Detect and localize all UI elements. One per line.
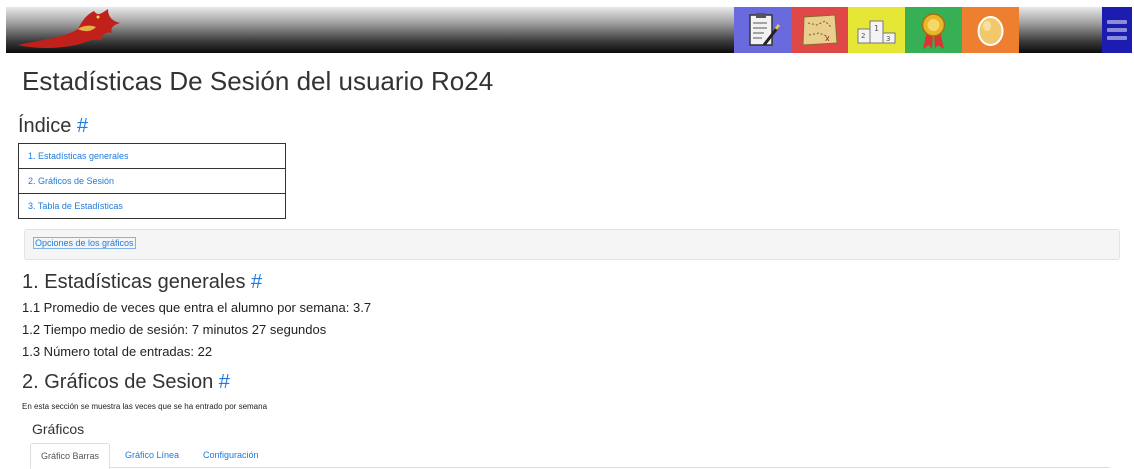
tab-configuracion[interactable]: Configuración (203, 443, 259, 467)
index-heading-text: Índice (18, 115, 72, 137)
index-list: 1. Estadísticas generales 2. Gráficos de… (18, 143, 286, 219)
svg-text:2: 2 (861, 32, 865, 40)
nav-tile-clipboard[interactable] (734, 7, 791, 53)
nav-tile-map[interactable]: x (791, 7, 848, 53)
nav-tile-podium[interactable]: 1 2 3 (848, 7, 905, 53)
podium-icon: 1 2 3 (848, 7, 905, 53)
stat-promedio-semana: 1.1 Promedio de veces que entra el alumn… (22, 300, 372, 315)
nav-tile-medal[interactable] (905, 7, 962, 53)
chart-options-panel: Opciones de los gráficos (24, 229, 1120, 260)
hamburger-menu-button[interactable] (1102, 7, 1132, 53)
stat-tiempo-medio: 1.2 Tiempo medio de sesión: 7 minutos 27… (22, 322, 327, 337)
chart-tabs: Gráfico Barras Gráfico Línea Configuraci… (30, 443, 1110, 469)
index-anchor-link[interactable]: # (77, 115, 88, 137)
medal-icon (905, 7, 962, 53)
map-icon: x (791, 7, 848, 53)
svg-text:x: x (825, 34, 830, 43)
section2-anchor-link[interactable]: # (219, 371, 230, 393)
hamburger-menu-icon (1107, 20, 1127, 24)
chart-options-link[interactable]: Opciones de los gráficos (33, 237, 136, 249)
graficos-label: Gráficos (32, 421, 85, 437)
index-item-estadisticas-generales[interactable]: 1. Estadísticas generales (19, 144, 285, 169)
index-item-graficos-sesion[interactable]: 2. Gráficos de Sesión (19, 169, 285, 194)
index-item-tabla-estadisticas[interactable]: 3. Tabla de Estadísticas (19, 194, 285, 218)
page-title: Estadísticas De Sesión del usuario Ro24 (22, 66, 494, 96)
section2-heading: 2. Gráficos de Sesion # (22, 371, 230, 394)
index-heading: Índice # (18, 115, 88, 138)
section2-description: En esta sección se muestra las veces que… (22, 402, 268, 411)
tab-grafico-barras[interactable]: Gráfico Barras (30, 443, 111, 469)
section2-title: 2. Gráficos de Sesion (22, 371, 214, 393)
section1-title: 1. Estadísticas generales (22, 271, 246, 293)
tab-grafico-linea[interactable]: Gráfico Línea (125, 443, 179, 467)
section1-heading: 1. Estadísticas generales # (22, 271, 262, 294)
dragon-logo[interactable] (16, 7, 136, 53)
nav-tile-egg[interactable] (962, 7, 1019, 53)
svg-text:3: 3 (886, 35, 890, 43)
stat-total-entradas: 1.3 Número total de entradas: 22 (22, 344, 213, 359)
top-navigation-bar: x 1 2 3 (6, 7, 1132, 53)
section1-anchor-link[interactable]: # (251, 271, 262, 293)
egg-icon (962, 7, 1019, 53)
svg-text:1: 1 (874, 24, 879, 33)
